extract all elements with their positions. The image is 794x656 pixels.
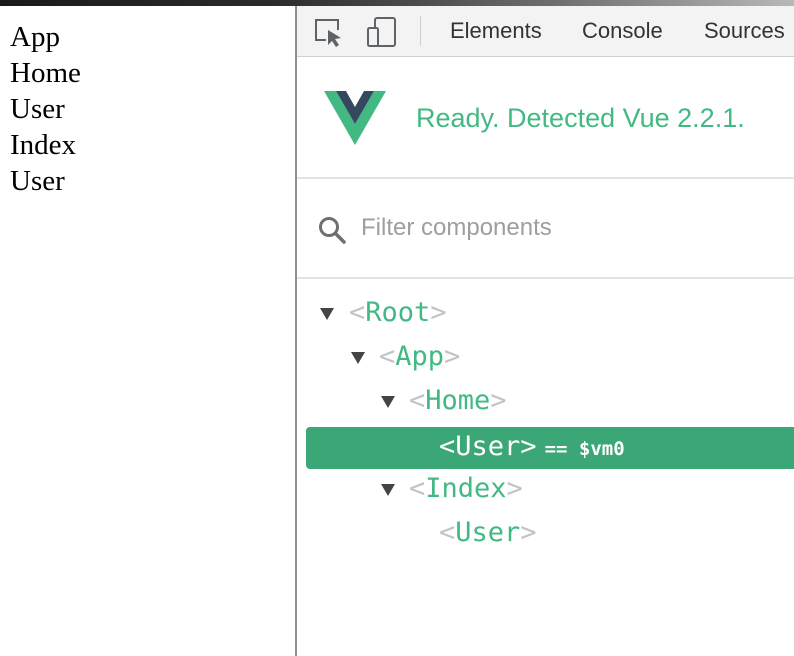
tree-row-user-selected[interactable]: <User> == $vm0 xyxy=(306,427,794,469)
open-bracket: < xyxy=(409,473,426,504)
devtools-panel: Elements Console Sources Ready. Detected… xyxy=(297,6,794,656)
tree-node-label: <App> xyxy=(379,341,460,372)
page-line-app: App xyxy=(10,21,60,53)
component-name: Home xyxy=(425,385,491,416)
search-icon xyxy=(317,215,347,245)
vue-status-text: Ready. Detected Vue 2.2.1. xyxy=(416,103,745,133)
inspect-element-icon[interactable] xyxy=(313,16,347,48)
component-name: User xyxy=(455,431,521,462)
devtools-toolbar: Elements Console Sources xyxy=(297,6,794,57)
device-toolbar-icon[interactable] xyxy=(365,16,399,48)
tree-row-app[interactable]: <App> xyxy=(297,337,794,379)
close-bracket: > xyxy=(490,385,507,416)
filter-components-input[interactable] xyxy=(361,209,781,247)
tree-node-label: <User> == $vm0 xyxy=(439,431,625,462)
close-bracket: > xyxy=(520,431,537,462)
page-content: App Home User Index User xyxy=(0,6,295,656)
open-bracket: < xyxy=(409,385,426,416)
filter-bar xyxy=(297,179,794,279)
page-line-index: Index xyxy=(10,129,77,161)
component-name: User xyxy=(455,517,521,548)
tree-node-label: <Home> xyxy=(409,385,507,416)
vm-reference: == $vm0 xyxy=(544,438,625,460)
open-bracket: < xyxy=(349,297,366,328)
vue-devtools-header: Ready. Detected Vue 2.2.1. xyxy=(297,57,794,179)
component-name: Index xyxy=(425,473,507,504)
close-bracket: > xyxy=(444,341,461,372)
toolbar-separator xyxy=(420,16,421,46)
close-bracket: > xyxy=(520,517,537,548)
tab-console[interactable]: Console xyxy=(582,18,663,44)
tab-elements[interactable]: Elements xyxy=(450,18,542,44)
vue-logo xyxy=(324,91,386,145)
component-name: Root xyxy=(365,297,431,328)
page-lines: App Home User Index User xyxy=(0,6,295,199)
expand-arrow-icon[interactable] xyxy=(320,308,334,320)
expand-arrow-icon[interactable] xyxy=(351,352,365,364)
page-line-user-2: User xyxy=(10,165,65,197)
tree-node-label: <Index> xyxy=(409,473,523,504)
close-bracket: > xyxy=(430,297,447,328)
tree-node-label: <User> xyxy=(439,517,537,548)
open-bracket: < xyxy=(439,431,456,462)
expand-arrow-icon[interactable] xyxy=(381,396,395,408)
tab-sources[interactable]: Sources xyxy=(704,18,785,44)
tree-row-user[interactable]: <User> xyxy=(297,513,794,555)
tree-node-label: <Root> xyxy=(349,297,447,328)
close-bracket: > xyxy=(506,473,523,504)
page-line-user: User xyxy=(10,93,65,125)
page-line-home: Home xyxy=(10,57,81,89)
tree-row-home[interactable]: <Home> xyxy=(297,381,794,423)
open-bracket: < xyxy=(439,517,456,548)
tree-row-root[interactable]: <Root> xyxy=(297,293,794,335)
component-name: App xyxy=(395,341,445,372)
open-bracket: < xyxy=(379,341,396,372)
tree-row-index[interactable]: <Index> xyxy=(297,469,794,511)
expand-arrow-icon[interactable] xyxy=(381,484,395,496)
